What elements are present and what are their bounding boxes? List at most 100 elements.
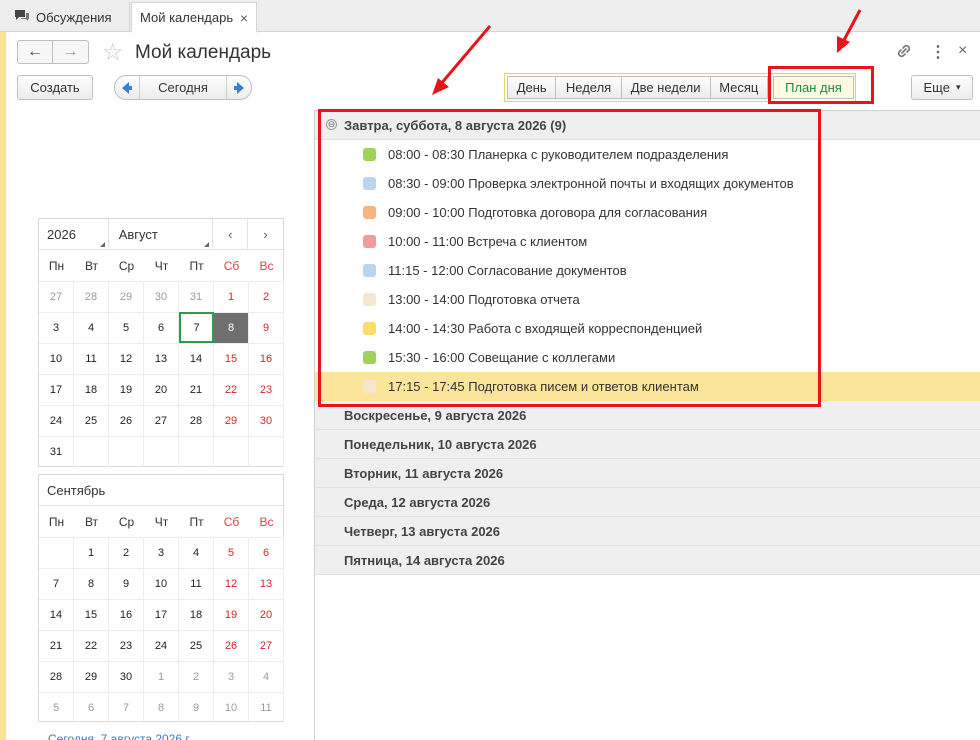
calendar-day[interactable]: 15 <box>214 343 249 374</box>
today-link[interactable]: Сегодня, 7 августа 2026 г. <box>48 732 192 740</box>
calendar-day[interactable]: 27 <box>144 405 179 436</box>
mode-day[interactable]: День <box>507 76 557 99</box>
calendar-day[interactable]: 11 <box>74 343 109 374</box>
tab-my-calendar[interactable]: Мой календарь × <box>131 2 257 33</box>
close-tab-icon[interactable]: × <box>240 10 248 26</box>
calendar-day[interactable]: 9 <box>249 312 284 343</box>
calendar-day[interactable]: 18 <box>74 374 109 405</box>
calendar-day[interactable]: 17 <box>144 599 179 630</box>
calendar-day[interactable]: 6 <box>74 692 109 723</box>
calendar-day[interactable]: 5 <box>109 312 144 343</box>
day-group-collapsed[interactable]: Пятница, 14 августа 2026 <box>315 546 980 575</box>
back-button[interactable]: ← <box>17 40 53 64</box>
calendar-day[interactable]: 2 <box>109 537 144 568</box>
favorite-star-icon[interactable]: ☆ <box>102 38 124 67</box>
calendar-day[interactable]: 22 <box>214 374 249 405</box>
calendar-day[interactable]: 25 <box>74 405 109 436</box>
calendar-day[interactable]: 17 <box>39 374 74 405</box>
calendar-day[interactable]: 4 <box>74 312 109 343</box>
calendar-day[interactable]: 10 <box>214 692 249 723</box>
calendar-day[interactable]: 3 <box>214 661 249 692</box>
calendar-day[interactable]: 27 <box>39 281 74 312</box>
calendar-day[interactable]: 24 <box>39 405 74 436</box>
calendar-day[interactable]: 21 <box>179 374 214 405</box>
day-group-collapsed[interactable]: Среда, 12 августа 2026 <box>315 488 980 517</box>
calendar-day[interactable]: 7 <box>179 312 214 343</box>
tab-discussions[interactable]: Обсуждения <box>6 2 130 32</box>
calendar-day[interactable]: 19 <box>214 599 249 630</box>
calendar-day[interactable]: 8 <box>214 312 249 343</box>
close-window-icon[interactable]: × <box>958 42 967 60</box>
day-group-collapsed[interactable]: Четверг, 13 августа 2026 <box>315 517 980 546</box>
calendar-day[interactable]: 28 <box>39 661 74 692</box>
calendar-day[interactable]: 5 <box>39 692 74 723</box>
calendar-day[interactable]: 6 <box>249 537 284 568</box>
prev-period-arrow-icon[interactable] <box>115 76 139 99</box>
calendar-day[interactable]: 20 <box>249 599 284 630</box>
calendar-day[interactable]: 9 <box>109 568 144 599</box>
calendar-day[interactable]: 19 <box>109 374 144 405</box>
calendar-day[interactable]: 22 <box>74 630 109 661</box>
calendar-day[interactable]: 2 <box>179 661 214 692</box>
day-group-collapsed[interactable]: Понедельник, 10 августа 2026 <box>315 430 980 459</box>
next-month-button[interactable]: › <box>248 219 283 250</box>
more-button[interactable]: Еще ▾ <box>911 75 973 100</box>
calendar-day[interactable]: 26 <box>109 405 144 436</box>
calendar-day[interactable]: 29 <box>109 281 144 312</box>
calendar-day[interactable]: 1 <box>214 281 249 312</box>
calendar-day[interactable]: 4 <box>179 537 214 568</box>
month-selector[interactable]: Август <box>109 218 214 250</box>
calendar-day[interactable]: 12 <box>214 568 249 599</box>
calendar-day[interactable]: 14 <box>179 343 214 374</box>
forward-button[interactable]: → <box>53 40 89 64</box>
calendar-day[interactable]: 14 <box>39 599 74 630</box>
calendar-day[interactable]: 13 <box>144 343 179 374</box>
calendar-day[interactable]: 2 <box>249 281 284 312</box>
calendar-day[interactable]: 3 <box>39 312 74 343</box>
create-button[interactable]: Создать <box>17 75 93 100</box>
calendar-day[interactable]: 30 <box>109 661 144 692</box>
calendar-day[interactable]: 31 <box>39 436 74 467</box>
calendar-day[interactable]: 10 <box>144 568 179 599</box>
more-vertical-icon[interactable]: ⋮ <box>930 42 946 62</box>
link-icon[interactable] <box>895 42 913 65</box>
calendar-day[interactable]: 8 <box>74 568 109 599</box>
calendar-day[interactable]: 18 <box>179 599 214 630</box>
calendar-day[interactable]: 23 <box>249 374 284 405</box>
calendar-day[interactable]: 10 <box>39 343 74 374</box>
mode-month[interactable]: Месяц <box>709 76 768 99</box>
calendar-day[interactable]: 30 <box>144 281 179 312</box>
calendar-day[interactable]: 5 <box>214 537 249 568</box>
year-selector[interactable]: 2026 <box>39 218 109 250</box>
calendar-day[interactable]: 29 <box>74 661 109 692</box>
calendar-day[interactable]: 31 <box>179 281 214 312</box>
mode-week[interactable]: Неделя <box>555 76 622 99</box>
calendar-day[interactable]: 28 <box>74 281 109 312</box>
calendar-day[interactable]: 30 <box>249 405 284 436</box>
today-button[interactable]: Сегодня <box>139 76 227 99</box>
calendar-day[interactable]: 7 <box>109 692 144 723</box>
calendar-day[interactable]: 3 <box>144 537 179 568</box>
calendar-day[interactable]: 11 <box>249 692 284 723</box>
next-period-arrow-icon[interactable] <box>227 76 251 99</box>
calendar-day[interactable]: 8 <box>144 692 179 723</box>
calendar-day[interactable]: 23 <box>109 630 144 661</box>
calendar-day[interactable]: 7 <box>39 568 74 599</box>
prev-month-button[interactable]: ‹ <box>213 218 249 250</box>
calendar-day[interactable]: 16 <box>109 599 144 630</box>
calendar-day[interactable]: 29 <box>214 405 249 436</box>
calendar-day[interactable]: 12 <box>109 343 144 374</box>
calendar-day[interactable]: 6 <box>144 312 179 343</box>
calendar-day[interactable]: 24 <box>144 630 179 661</box>
calendar-day[interactable]: 1 <box>144 661 179 692</box>
mode-two-weeks[interactable]: Две недели <box>620 76 711 99</box>
calendar-day[interactable]: 11 <box>179 568 214 599</box>
day-group-collapsed[interactable]: Вторник, 11 августа 2026 <box>315 459 980 488</box>
calendar-day[interactable]: 27 <box>249 630 284 661</box>
calendar-day[interactable]: 15 <box>74 599 109 630</box>
calendar-day[interactable]: 4 <box>249 661 284 692</box>
calendar-day[interactable]: 16 <box>249 343 284 374</box>
calendar-day[interactable]: 13 <box>249 568 284 599</box>
calendar-day[interactable]: 20 <box>144 374 179 405</box>
calendar-day[interactable]: 25 <box>179 630 214 661</box>
